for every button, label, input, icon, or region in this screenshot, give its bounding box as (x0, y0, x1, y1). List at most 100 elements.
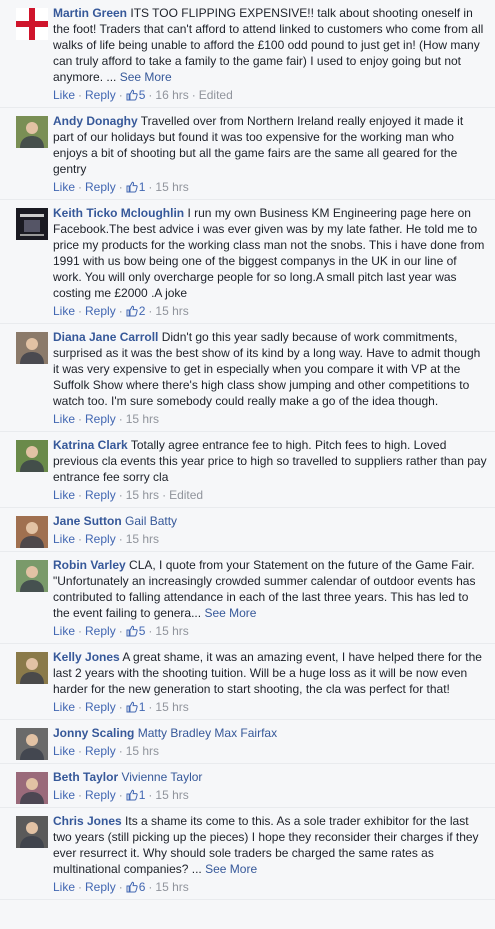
comment-actions: Like · Reply · 15 hrs (53, 741, 487, 763)
tagged-user-link[interactable]: Gail Batty (125, 514, 177, 528)
like-link[interactable]: Like (53, 488, 75, 502)
like-count-button[interactable]: 1 (126, 180, 145, 194)
comment-item: Martin Green ITS TOO FLIPPING EXPENSIVE!… (0, 0, 495, 108)
separator-dot: · (148, 624, 153, 638)
comment-timestamp[interactable]: 15 hrs (126, 744, 159, 758)
avatar[interactable] (16, 208, 48, 240)
comment-actions: Like · Reply · 5 · 15 hrs (53, 621, 487, 643)
landscape-avatar (16, 440, 48, 472)
separator-dot: · (148, 180, 153, 194)
like-count-button[interactable]: 6 (126, 880, 145, 894)
like-count-button[interactable]: 1 (126, 700, 145, 714)
thumbs-up-icon (126, 181, 138, 193)
comment-timestamp[interactable]: 15 hrs (155, 880, 188, 894)
avatar[interactable] (16, 816, 48, 848)
comment-author-link[interactable]: Martin Green (53, 6, 127, 20)
reply-link[interactable]: Reply (85, 532, 116, 546)
comment-author-link[interactable]: Chris Jones (53, 814, 122, 828)
group-avatar (16, 772, 48, 804)
comment-author-link[interactable]: Keith Ticko Mcloughlin (53, 206, 184, 220)
separator-dot: · (118, 88, 123, 102)
comment-item: Kelly Jones A great shame, it was an ama… (0, 644, 495, 720)
reply-link[interactable]: Reply (85, 488, 116, 502)
separator-dot: · (118, 488, 123, 502)
separator-dot: · (78, 488, 83, 502)
see-more-link[interactable]: See More (120, 70, 172, 84)
see-more-link[interactable]: See More (205, 862, 257, 876)
comment-author-link[interactable]: Beth Taylor (53, 770, 118, 784)
field-avatar (16, 652, 48, 684)
separator-dot: · (118, 412, 123, 426)
comment-timestamp[interactable]: 15 hrs (126, 532, 159, 546)
comment-timestamp[interactable]: 15 hrs (155, 788, 188, 802)
like-link[interactable]: Like (53, 700, 75, 714)
comment-author-link[interactable]: Kelly Jones (53, 650, 120, 664)
avatar[interactable] (16, 728, 48, 760)
outdoor-couple-avatar (16, 560, 48, 592)
comment-author-link[interactable]: Jonny Scaling (53, 726, 134, 740)
comment-item: Andy Donaghy Travelled over from Norther… (0, 108, 495, 200)
reply-link[interactable]: Reply (85, 788, 116, 802)
like-link[interactable]: Like (53, 744, 75, 758)
reply-link[interactable]: Reply (85, 744, 116, 758)
edited-label[interactable]: Edited (169, 488, 203, 502)
comment-author-link[interactable]: Andy Donaghy (53, 114, 138, 128)
like-count-button[interactable]: 2 (126, 304, 145, 318)
edited-label[interactable]: Edited (199, 88, 233, 102)
comment-author-link[interactable]: Robin Varley (53, 558, 126, 572)
thumbs-up-icon (126, 701, 138, 713)
separator-dot: · (191, 88, 196, 102)
like-link[interactable]: Like (53, 304, 75, 318)
like-link[interactable]: Like (53, 532, 75, 546)
comment-author-link[interactable]: Jane Sutton (53, 514, 122, 528)
like-link[interactable]: Like (53, 412, 75, 426)
reply-link[interactable]: Reply (85, 412, 116, 426)
comment-author-link[interactable]: Katrina Clark (53, 438, 128, 452)
avatar[interactable] (16, 332, 48, 364)
reply-link[interactable]: Reply (85, 700, 116, 714)
comment-actions: Like · Reply · 6 · 15 hrs (53, 877, 487, 899)
like-count-button[interactable]: 5 (126, 88, 145, 102)
avatar[interactable] (16, 116, 48, 148)
separator-dot: · (78, 788, 83, 802)
like-link[interactable]: Like (53, 180, 75, 194)
separator-dot: · (78, 880, 83, 894)
separator-dot: · (78, 744, 83, 758)
avatar[interactable] (16, 516, 48, 548)
separator-dot: · (118, 624, 123, 638)
like-link[interactable]: Like (53, 788, 75, 802)
reply-link[interactable]: Reply (85, 88, 116, 102)
comment-timestamp[interactable]: 16 hrs (155, 88, 188, 102)
tagged-user-link[interactable]: Matty Bradley (138, 726, 211, 740)
like-link[interactable]: Like (53, 88, 75, 102)
like-count-button[interactable]: 5 (126, 624, 145, 638)
person-avatar (16, 116, 48, 148)
comment-timestamp[interactable]: 15 hrs (126, 488, 159, 502)
comment-timestamp[interactable]: 15 hrs (126, 412, 159, 426)
comment-timestamp[interactable]: 15 hrs (155, 624, 188, 638)
comment-actions: Like · Reply · 1 · 15 hrs (53, 785, 487, 807)
comment-timestamp[interactable]: 15 hrs (155, 700, 188, 714)
separator-dot: · (78, 304, 83, 318)
separator-dot: · (118, 788, 123, 802)
like-count-button[interactable]: 1 (126, 788, 145, 802)
comment-author-link[interactable]: Diana Jane Carroll (53, 330, 158, 344)
tagged-user-link[interactable]: Max Fairfax (214, 726, 277, 740)
comment-timestamp[interactable]: 15 hrs (155, 180, 188, 194)
avatar[interactable] (16, 8, 48, 40)
avatar[interactable] (16, 560, 48, 592)
avatar[interactable] (16, 772, 48, 804)
see-more-link[interactable]: See More (204, 606, 256, 620)
tagged-user-link[interactable]: Vivienne Taylor (121, 770, 202, 784)
comment-actions: Like · Reply · 15 hrs · Edited (53, 485, 487, 507)
avatar[interactable] (16, 440, 48, 472)
reply-link[interactable]: Reply (85, 624, 116, 638)
comment-timestamp[interactable]: 15 hrs (155, 304, 188, 318)
reply-link[interactable]: Reply (85, 180, 116, 194)
avatar[interactable] (16, 652, 48, 684)
like-link[interactable]: Like (53, 880, 75, 894)
like-link[interactable]: Like (53, 624, 75, 638)
separator-dot: · (118, 532, 123, 546)
reply-link[interactable]: Reply (85, 880, 116, 894)
reply-link[interactable]: Reply (85, 304, 116, 318)
